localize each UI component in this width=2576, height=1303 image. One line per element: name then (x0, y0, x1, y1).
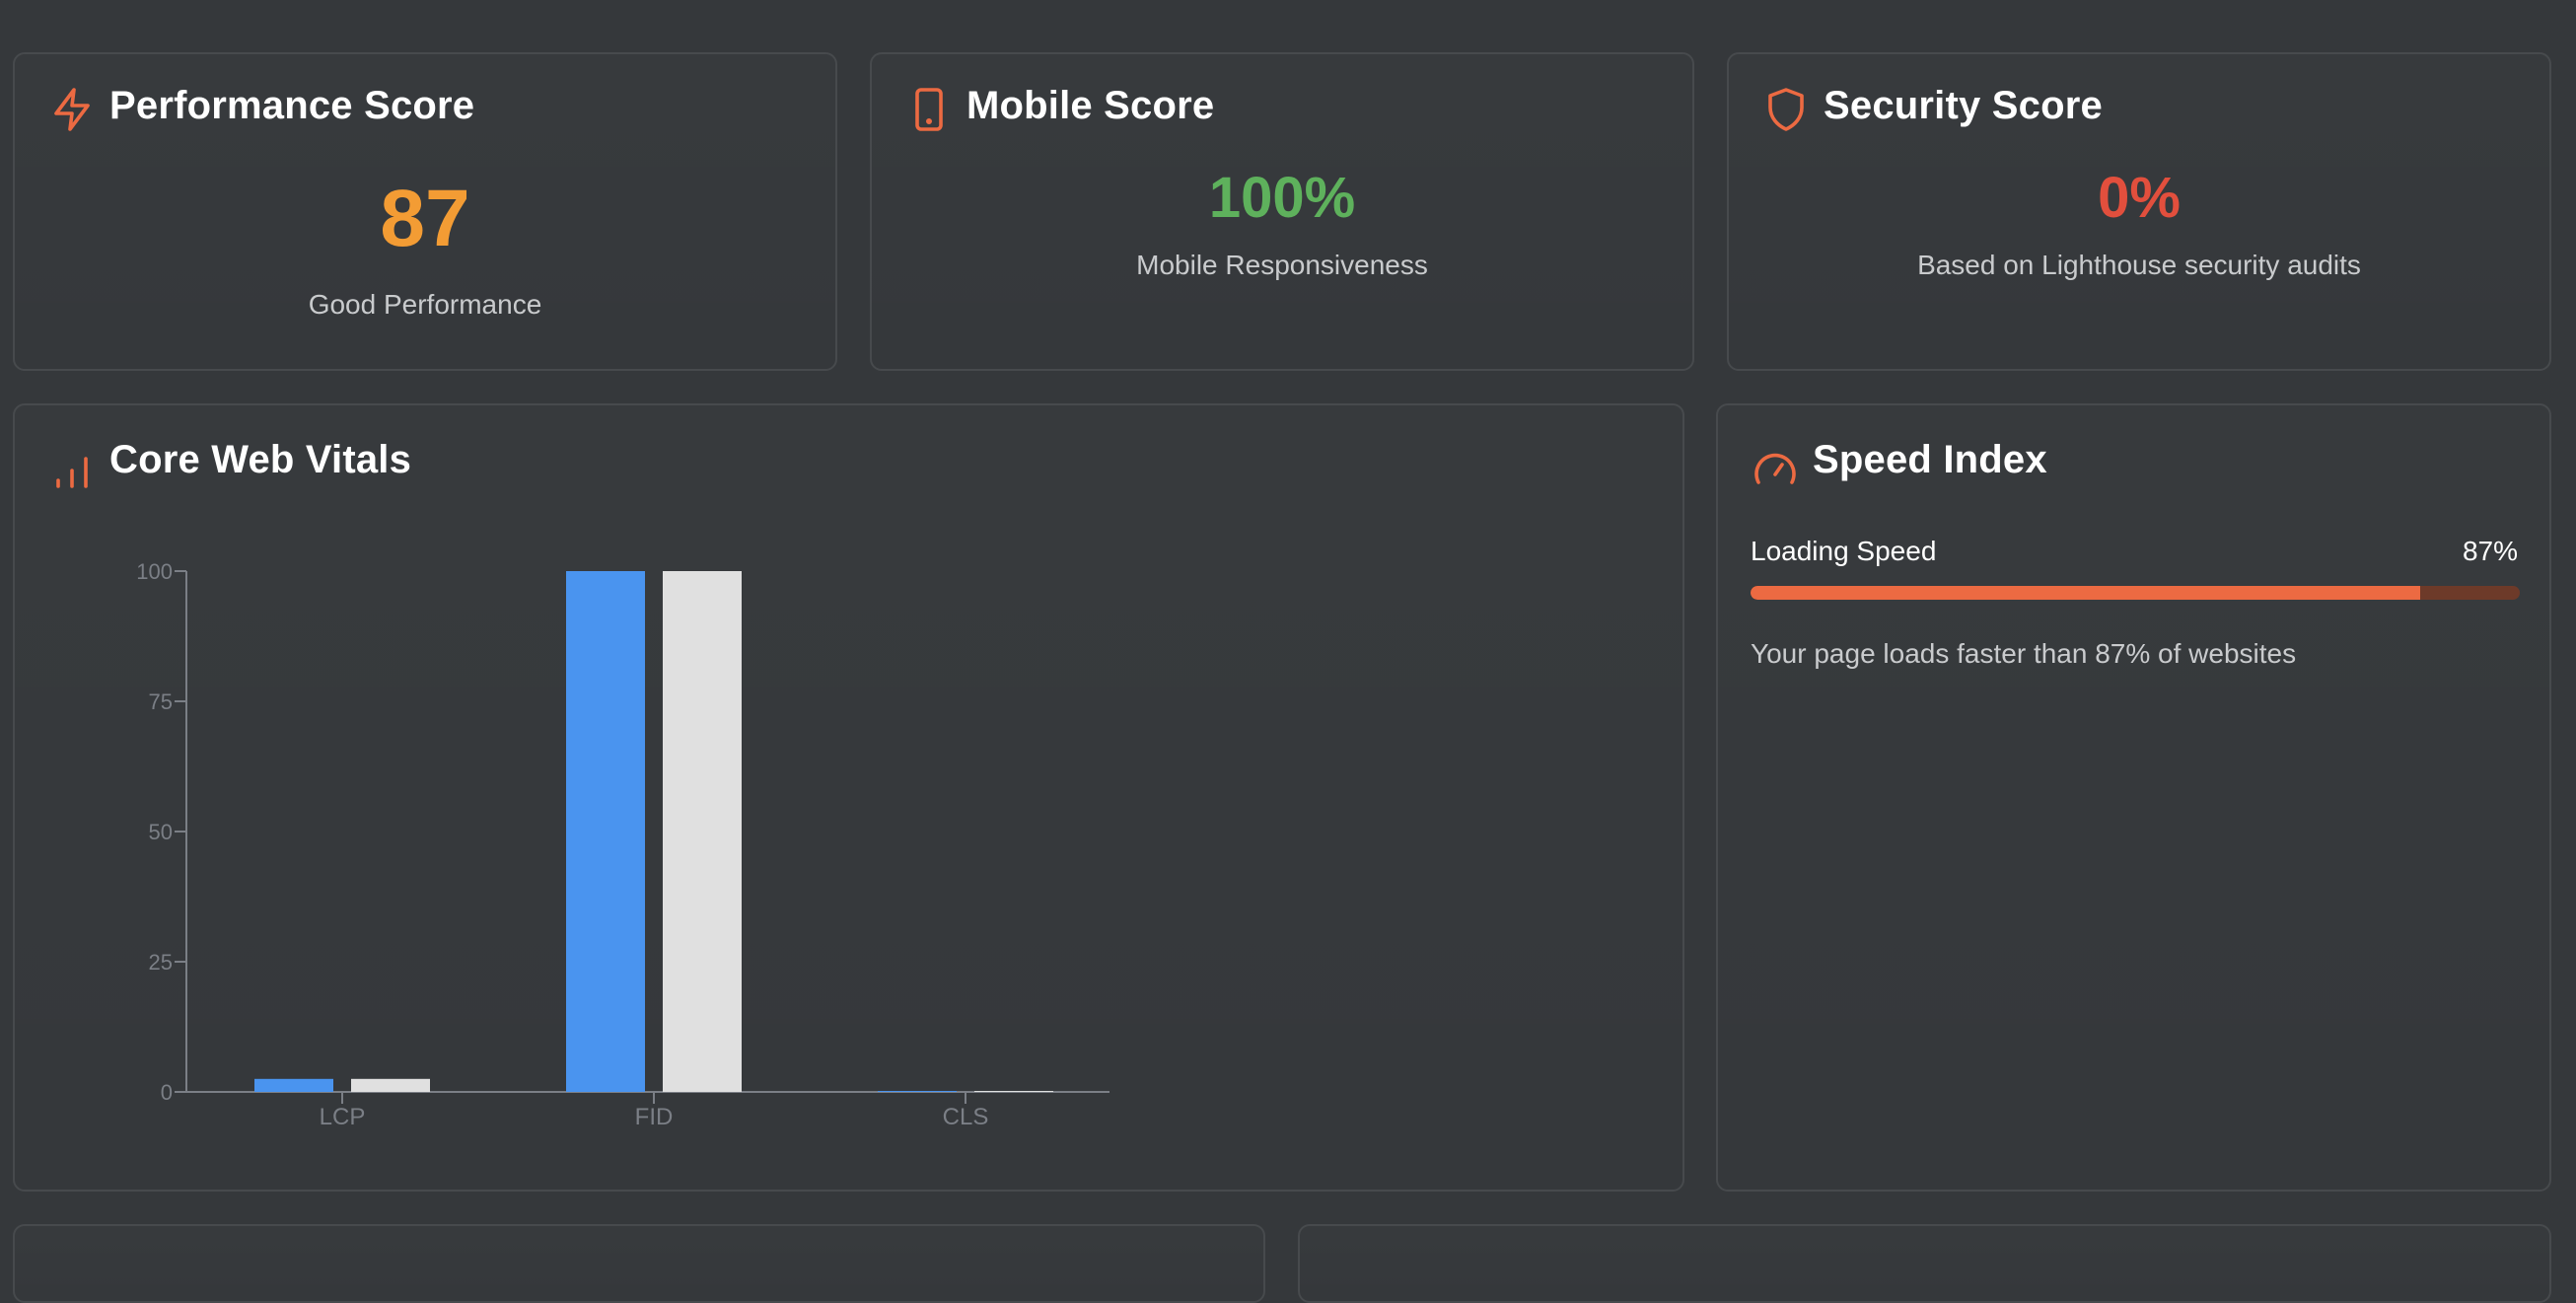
security-score-card: Security Score 0% Based on Lighthouse se… (1727, 52, 2551, 371)
y-tick-label: 0 (161, 1080, 173, 1105)
speed-index-card: Speed Index Loading Speed 87% Your page … (1716, 403, 2551, 1192)
bottom-right-card (1298, 1224, 2551, 1303)
loading-speed-progress-bar (1751, 586, 2520, 600)
performance-score-title: Performance Score (109, 84, 475, 127)
bar-fid-series-2[interactable] (663, 571, 742, 1092)
lightning-icon (48, 86, 96, 133)
bar-chart-icon (48, 447, 96, 494)
bar-lcp-series-1[interactable] (254, 1078, 333, 1092)
bar-fid-series-1[interactable] (566, 571, 645, 1092)
core-web-vitals-title: Core Web Vitals (109, 438, 412, 481)
mobile-score-card: Mobile Score 100% Mobile Responsiveness (870, 52, 1694, 371)
y-tick-label: 75 (149, 689, 173, 714)
mobile-score-value: 100% (1208, 166, 1356, 230)
performance-score-value: 87 (380, 174, 470, 263)
x-tick-label-fid: FID (635, 1104, 674, 1130)
y-tick-label: 100 (136, 559, 173, 584)
bar-cls-series-2[interactable] (974, 1091, 1053, 1092)
shield-icon (1762, 86, 1810, 133)
bar-lcp-series-2[interactable] (351, 1078, 430, 1092)
speed-index-note: Your page loads faster than 87% of websi… (1751, 638, 2297, 669)
y-tick-label: 50 (149, 820, 173, 844)
speed-index-title: Speed Index (1813, 438, 2047, 481)
y-tick-label: 25 (149, 950, 173, 975)
loading-speed-percent: 87% (2462, 536, 2518, 566)
performance-score-label: Good Performance (308, 289, 542, 320)
mobile-score-label: Mobile Responsiveness (1136, 250, 1428, 280)
core-web-vitals-chart: 0 25 50 75 100 LCP FID CLS (136, 559, 1109, 1130)
mobile-score-title: Mobile Score (966, 84, 1215, 127)
core-web-vitals-card: Core Web Vitals 0 25 50 75 100 LCP FID CLS (13, 403, 1684, 1192)
loading-speed-label: Loading Speed (1751, 536, 1937, 566)
phone-icon (905, 86, 953, 133)
bottom-left-card (13, 1224, 1265, 1303)
security-score-value: 0% (2098, 166, 2181, 230)
bar-cls-series-1[interactable] (878, 1091, 957, 1092)
x-tick-label-cls: CLS (943, 1104, 989, 1130)
security-score-label: Based on Lighthouse security audits (1917, 250, 2361, 280)
speedometer-icon (1752, 445, 1799, 492)
x-tick-label-lcp: LCP (320, 1104, 366, 1130)
performance-score-card: Performance Score 87 Good Performance (13, 52, 837, 371)
security-score-title: Security Score (1824, 84, 2103, 127)
loading-speed-progress-fill (1751, 586, 2420, 600)
